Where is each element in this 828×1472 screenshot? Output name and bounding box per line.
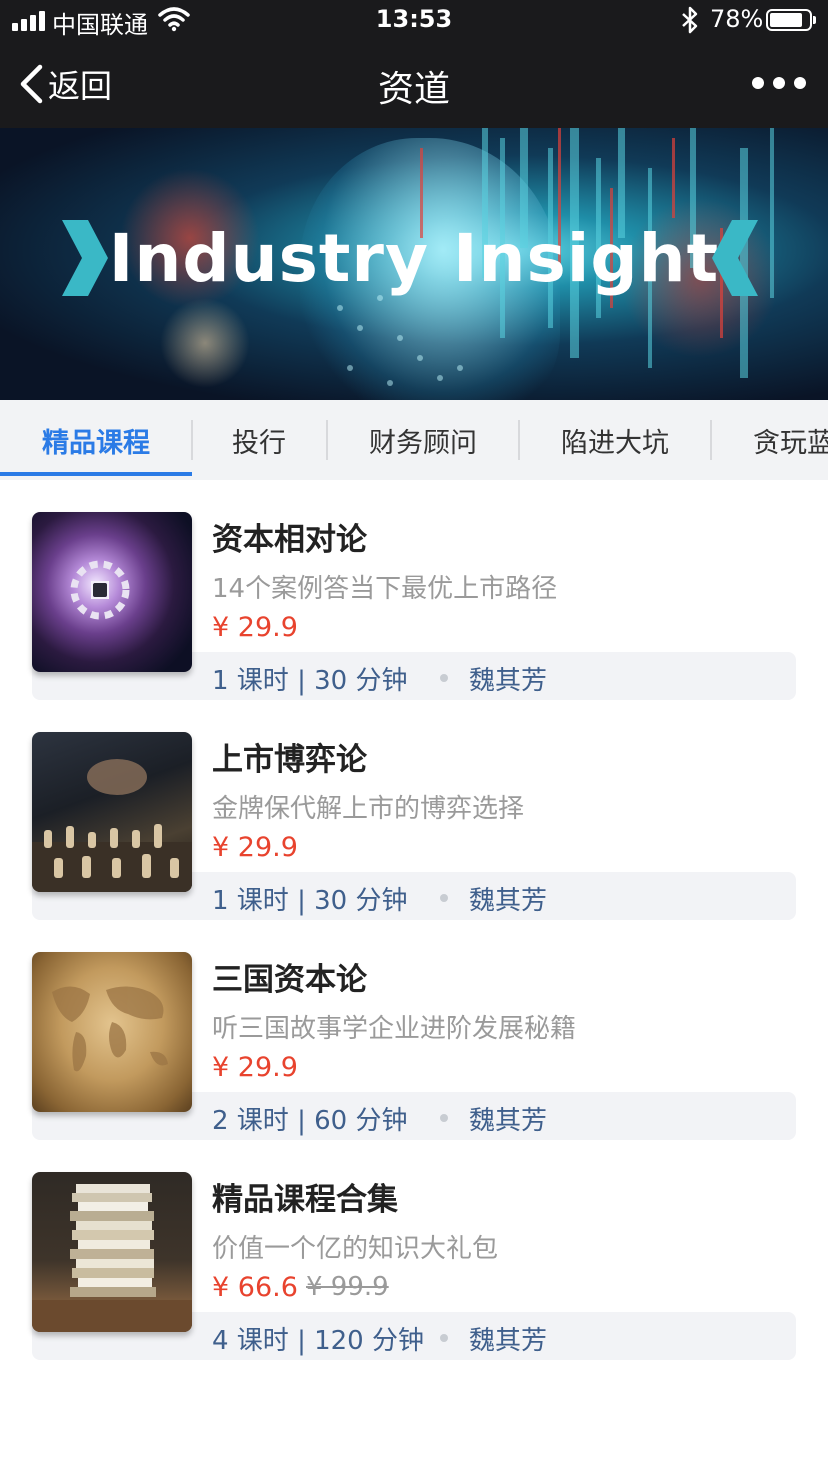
more-dots-icon (752, 77, 764, 89)
more-menu-button[interactable] (752, 70, 806, 96)
course-item[interactable]: 资本相对论 14个案例答当下最优上市路径 ¥ 29.9 1 课时 | 30 分钟… (32, 512, 796, 702)
course-item[interactable]: 上市博弈论 金牌保代解上市的博弈选择 ¥ 29.9 1 课时 | 30 分钟 魏… (32, 732, 796, 922)
chess-image (32, 759, 192, 892)
tab-premium-courses[interactable]: 精品课程 (0, 400, 192, 480)
tab-investment-banking[interactable]: 投行 (192, 400, 326, 480)
course-price: ¥ 66.6 (212, 1272, 298, 1303)
clock: 13:53 (375, 5, 453, 33)
course-subtitle: 价值一个亿的知识大礼包 (212, 1234, 499, 1264)
status-bar: 中国联通 13:53 78% (0, 0, 828, 40)
tab-more[interactable]: 贪玩蓝 (711, 400, 828, 480)
world-map-image (52, 986, 168, 1072)
course-thumbnail (32, 952, 192, 1112)
bluetooth-icon (682, 6, 698, 34)
course-lessons-duration: 1 课时 | 30 分钟 (212, 886, 408, 916)
course-lessons-duration: 2 课时 | 60 分钟 (212, 1106, 408, 1136)
course-author: 魏其芳 (469, 666, 548, 696)
course-original-price: ¥ 99.9 (306, 1272, 389, 1302)
course-subtitle: 听三国故事学企业进阶发展秘籍 (212, 1014, 577, 1044)
tab-financial-advisory[interactable]: 财务顾问 (327, 400, 519, 480)
course-title: 资本相对论 (212, 522, 367, 558)
course-author: 魏其芳 (469, 1106, 548, 1136)
chevron-left-icon (712, 220, 758, 296)
course-subtitle: 金牌保代解上市的博弈选择 (212, 794, 525, 824)
course-price: ¥ 29.9 (212, 612, 298, 643)
space-station-image (70, 560, 130, 620)
course-thumbnail (32, 732, 192, 892)
battery-percent: 78% (710, 5, 764, 33)
book-stack-image (32, 1184, 192, 1332)
course-author: 魏其芳 (469, 1326, 548, 1356)
battery-icon (766, 9, 816, 31)
meta-separator-dot (440, 1334, 448, 1342)
course-title: 三国资本论 (212, 962, 367, 998)
course-subtitle: 14个案例答当下最优上市路径 (212, 574, 558, 604)
meta-separator-dot (440, 1114, 448, 1122)
course-lessons-duration: 1 课时 | 30 分钟 (212, 666, 408, 696)
meta-separator-dot (440, 894, 448, 902)
course-author: 魏其芳 (469, 886, 548, 916)
meta-separator-dot (440, 674, 448, 682)
page-title: 资道 (377, 69, 450, 110)
promo-banner[interactable]: Industry Insight (0, 128, 828, 400)
course-title: 精品课程合集 (212, 1182, 398, 1218)
category-tabs: 精品课程 投行 财务顾问 陷进大坑 贪玩蓝 (0, 400, 828, 480)
course-thumbnail (32, 1172, 192, 1332)
course-price: ¥ 29.9 (212, 1052, 298, 1083)
course-lessons-duration: 4 课时 | 120 分钟 (212, 1326, 424, 1356)
course-title: 上市博弈论 (212, 742, 367, 778)
tab-pitfalls[interactable]: 陷进大坑 (519, 400, 711, 480)
active-tab-indicator (0, 472, 192, 476)
course-price: ¥ 29.9 (212, 832, 298, 863)
course-item[interactable]: 精品课程合集 价值一个亿的知识大礼包 ¥ 66.6 ¥ 99.9 4 课时 | … (32, 1172, 796, 1362)
course-thumbnail (32, 512, 192, 672)
course-item[interactable]: 三国资本论 听三国故事学企业进阶发展秘籍 ¥ 29.9 2 课时 | 60 分钟… (32, 952, 796, 1142)
top-bar: 中国联通 13:53 78% 返回 资道 (0, 0, 828, 128)
banner-title: Industry Insight (108, 220, 720, 297)
